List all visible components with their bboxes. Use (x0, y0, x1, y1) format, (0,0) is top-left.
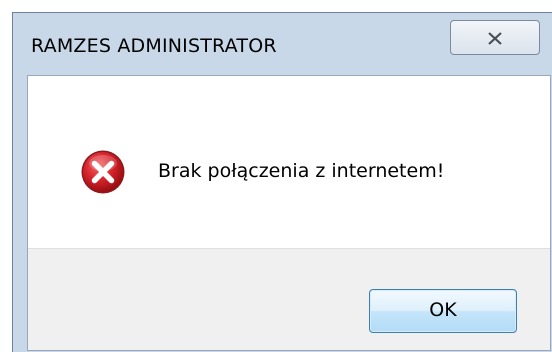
close-icon (488, 32, 502, 45)
error-icon (81, 150, 125, 194)
window-title: RAMZES ADMINISTRATOR (31, 35, 277, 57)
message-dialog: RAMZES ADMINISTRATOR Brak połączenia z i… (12, 12, 552, 352)
error-message: Brak połączenia z internetem! (158, 160, 445, 182)
close-button[interactable] (450, 20, 540, 55)
button-bar: OK (28, 248, 550, 350)
message-area: Brak połączenia z internetem! (28, 76, 550, 248)
dialog-body: Brak połączenia z internetem! OK (27, 75, 551, 351)
ok-button[interactable]: OK (369, 289, 517, 333)
title-bar[interactable]: RAMZES ADMINISTRATOR (13, 13, 552, 75)
